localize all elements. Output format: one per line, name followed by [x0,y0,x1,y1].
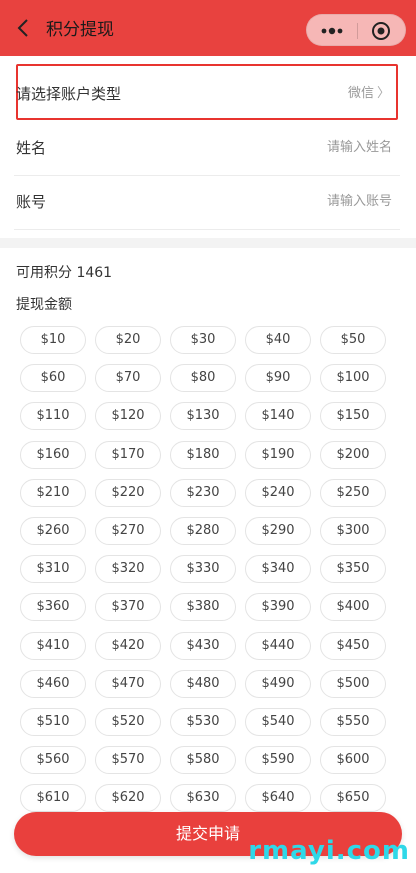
account-no-field[interactable]: 账号 请输入账号 [14,174,400,230]
chevron-right-icon: 〉 [376,86,390,101]
amount-option[interactable]: $530 [170,708,236,736]
mini-program-capsule [306,14,406,46]
app-header: 积分提现 [0,0,416,56]
amount-option[interactable]: $440 [245,631,311,660]
amount-option[interactable]: $380 [170,593,236,622]
account-no-input[interactable]: 请输入账号 [327,174,392,230]
amount-option[interactable]: $480 [170,669,236,698]
amount-option[interactable]: $210 [20,478,86,507]
account-type-selected: 微信 [347,86,374,101]
amount-option[interactable]: $470 [95,669,161,698]
amount-option[interactable]: $460 [20,669,86,698]
amount-option[interactable]: $140 [245,402,311,431]
amount-option[interactable]: $550 [320,708,386,736]
amount-option[interactable]: $580 [170,746,236,775]
amount-option[interactable]: $360 [20,593,86,622]
amount-option[interactable]: $250 [320,478,386,507]
capsule-divider [357,23,358,39]
amount-option[interactable]: $290 [245,517,311,545]
account-type-value: 微信〉 [348,66,390,122]
amount-option[interactable]: $200 [320,440,386,469]
amount-option[interactable]: $640 [245,784,311,813]
amount-option[interactable]: $160 [20,440,86,469]
amount-option[interactable]: $170 [95,440,161,469]
amount-option[interactable]: $450 [320,631,386,660]
amount-option[interactable]: $620 [95,784,161,813]
amount-option[interactable]: $350 [320,555,386,584]
account-type-selector[interactable]: 请选择账户类型 微信〉 [16,64,398,120]
name-field[interactable]: 姓名 请输入姓名 [14,120,400,176]
amount-option[interactable]: $10 [20,326,86,354]
amount-option[interactable]: $600 [320,746,386,775]
amount-option[interactable]: $70 [95,364,161,393]
amount-option[interactable]: $60 [20,364,86,393]
back-arrow-icon[interactable] [12,16,36,40]
amount-option[interactable]: $100 [320,364,386,393]
amount-option[interactable]: $560 [20,746,86,775]
amount-option[interactable]: $230 [170,478,236,507]
amount-options-grid: $10 $20 $30 $40 $50 $60 $70 $80 $90 $100 $110 $120 $… [20,326,396,866]
watermark-text: rmayi.com [248,836,410,866]
page-title: 积分提现 [46,20,114,40]
available-points: 可用积分 1461 [16,265,113,281]
section-divider [0,238,416,248]
amount-option[interactable]: $630 [170,784,236,813]
amount-option[interactable]: $310 [20,555,86,584]
amount-option[interactable]: $650 [320,784,386,813]
amount-option[interactable]: $130 [170,402,236,431]
amount-option[interactable]: $420 [95,631,161,660]
amount-option[interactable]: $150 [320,402,386,431]
amount-option[interactable]: $190 [245,440,311,469]
amount-option[interactable]: $490 [245,669,311,698]
amount-option[interactable]: $510 [20,708,86,736]
amount-option[interactable]: $80 [170,364,236,393]
amount-title: 提现金额 [16,297,72,313]
amount-option[interactable]: $50 [320,326,386,354]
amount-option[interactable]: $520 [95,708,161,736]
amount-option[interactable]: $240 [245,478,311,507]
name-label: 姓名 [16,139,47,157]
target-close-icon[interactable] [371,21,391,41]
amount-option[interactable]: $320 [95,555,161,584]
amount-option[interactable]: $120 [95,402,161,431]
amount-option[interactable]: $30 [170,326,236,354]
more-dots-icon[interactable] [319,23,345,37]
amount-option[interactable]: $340 [245,555,311,584]
amount-option[interactable]: $270 [95,517,161,545]
amount-option[interactable]: $20 [95,326,161,354]
amount-option[interactable]: $370 [95,593,161,622]
name-input[interactable]: 请输入姓名 [327,120,392,176]
amount-option[interactable]: $300 [320,517,386,545]
amount-option[interactable]: $40 [245,326,311,354]
amount-option[interactable]: $180 [170,440,236,469]
amount-option[interactable]: $500 [320,669,386,698]
amount-option[interactable]: $220 [95,478,161,507]
amount-option[interactable]: $590 [245,746,311,775]
account-no-label: 账号 [16,193,47,211]
amount-option[interactable]: $390 [245,593,311,622]
amount-option[interactable]: $540 [245,708,311,736]
amount-option[interactable]: $410 [20,631,86,660]
amount-option[interactable]: $330 [170,555,236,584]
amount-option[interactable]: $570 [95,746,161,775]
amount-option[interactable]: $610 [20,784,86,813]
account-type-label: 请选择账户类型 [16,85,122,103]
amount-option[interactable]: $110 [20,402,86,431]
amount-option[interactable]: $260 [20,517,86,545]
amount-option[interactable]: $430 [170,631,236,660]
amount-option[interactable]: $280 [170,517,236,545]
amount-option[interactable]: $90 [245,364,311,393]
amount-option[interactable]: $400 [320,593,386,622]
